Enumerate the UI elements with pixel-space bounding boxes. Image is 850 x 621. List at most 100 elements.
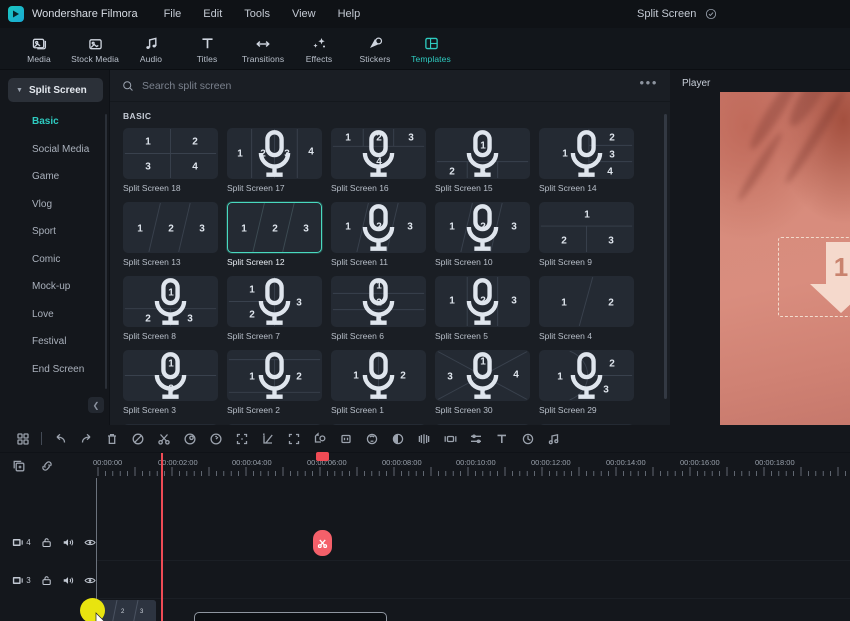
toolbar-tab-templates[interactable]: Templates [404, 29, 458, 69]
sidebar-item-love[interactable]: Love [0, 301, 109, 329]
template-thumbnail[interactable]: 12 3 [227, 202, 322, 253]
scissors-icon[interactable] [151, 426, 177, 452]
track-lane[interactable] [96, 523, 850, 561]
template-thumbnail[interactable]: 12 3 [539, 202, 634, 253]
toolbar-tab-stock-media[interactable]: Stock Media [68, 29, 122, 69]
template-card[interactable]: 12 34 Split Screen 30 [435, 350, 530, 415]
transform-icon[interactable] [255, 426, 281, 452]
template-card[interactable]: 12 3 Split Screen 6 [331, 276, 426, 341]
template-card[interactable]: 12 3 Split Screen 13 [123, 202, 218, 267]
toolbar-tab-effects[interactable]: Effects [292, 29, 346, 69]
no-entry-icon[interactable] [125, 426, 151, 452]
chevron-left-icon[interactable]: ❮ [88, 397, 104, 413]
eye-icon[interactable] [84, 574, 96, 587]
template-thumbnail[interactable]: 12 [539, 276, 634, 327]
mute-icon[interactable] [62, 574, 74, 587]
template-card[interactable]: 12 34 Split Screen 17 [227, 128, 322, 193]
copy-add-icon[interactable] [12, 459, 26, 473]
scissors-badge-icon[interactable] [313, 530, 332, 556]
template-thumbnail[interactable]: 12 3 [123, 202, 218, 253]
timeline-clip[interactable] [194, 612, 387, 621]
template-thumbnail[interactable]: 12 3 [435, 128, 530, 179]
sidebar-scrollbar[interactable] [105, 114, 107, 389]
motion-tracking-icon[interactable] [307, 426, 333, 452]
track-lane[interactable] [96, 609, 850, 621]
template-thumbnail[interactable]: 12 34 [539, 128, 634, 179]
template-thumbnail[interactable]: 12 3 [435, 202, 530, 253]
check-circle-icon[interactable] [705, 8, 717, 20]
text-t-icon[interactable] [489, 426, 515, 452]
audio-ducking-icon[interactable] [437, 426, 463, 452]
toolbar-tab-audio[interactable]: Audio [124, 29, 178, 69]
timeline-ruler[interactable]: 00:00:00 00:00:02:00 00:00:04:00 00:00:0… [93, 453, 850, 478]
template-thumbnail[interactable]: 12 34 [123, 128, 218, 179]
more-options-icon[interactable]: ••• [640, 75, 658, 96]
template-card[interactable]: 12 Split Screen 4 [539, 276, 634, 341]
template-thumbnail[interactable]: 12 3 [539, 350, 634, 401]
color-wheel-icon[interactable] [177, 426, 203, 452]
audio-detach-icon[interactable] [541, 426, 567, 452]
template-card[interactable]: 12 3 Split Screen 9 [539, 202, 634, 267]
sidebar-item-comic[interactable]: Comic [0, 246, 109, 274]
template-card[interactable]: 12 3 Split Screen 29 [539, 350, 634, 415]
template-card[interactable]: 12 3 Split Screen 10 [435, 202, 530, 267]
template-thumbnail[interactable]: 12 3 [123, 276, 218, 327]
template-thumbnail[interactable]: 12 34 [435, 350, 530, 401]
template-card-selected[interactable]: 12 3 Split Screen 12 [227, 202, 322, 267]
template-card[interactable]: 12 34 Split Screen 16 [331, 128, 426, 193]
template-card[interactable]: 12 34 Split Screen 14 [539, 128, 634, 193]
template-thumbnail[interactable]: 12 [227, 350, 322, 401]
reframe-icon[interactable] [281, 426, 307, 452]
toolbar-tab-stickers[interactable]: Stickers [348, 29, 402, 69]
template-thumbnail[interactable]: 12 34 [227, 128, 322, 179]
template-card[interactable]: 12 3 Split Screen 5 [435, 276, 530, 341]
template-thumbnail[interactable]: 12 3 [227, 276, 322, 327]
menu-help[interactable]: Help [338, 8, 361, 20]
mask-icon[interactable] [385, 426, 411, 452]
video-preview[interactable]: 1 [720, 92, 850, 440]
template-card[interactable]: 12 Split Screen 3 [123, 350, 218, 415]
link-broken-icon[interactable] [40, 459, 54, 473]
template-thumbnail[interactable]: 12 [331, 350, 426, 401]
template-card[interactable]: 12 Split Screen 1 [331, 350, 426, 415]
crop-expand-icon[interactable] [229, 426, 255, 452]
stabilization-icon[interactable] [333, 426, 359, 452]
sliders-icon[interactable] [463, 426, 489, 452]
sidebar-item-festival[interactable]: Festival [0, 328, 109, 356]
templates-scrollbar[interactable] [664, 114, 667, 399]
menu-view[interactable]: View [292, 8, 316, 20]
search-input[interactable] [142, 79, 632, 92]
toolbar-tab-transitions[interactable]: Transitions [236, 29, 290, 69]
keyframe-icon[interactable] [411, 426, 437, 452]
menu-file[interactable]: File [164, 8, 182, 20]
template-card[interactable]: 12 3 Split Screen 15 [435, 128, 530, 193]
toolbar-tab-media[interactable]: Media [12, 29, 66, 69]
sidebar-item-vlog[interactable]: Vlog [0, 191, 109, 219]
chroma-key-icon[interactable] [359, 426, 385, 452]
sidebar-item-sport[interactable]: Sport [0, 218, 109, 246]
sidebar-header-split-screen[interactable]: ▼ Split Screen [8, 78, 103, 102]
track-row[interactable]: 4 [0, 523, 850, 561]
menu-edit[interactable]: Edit [203, 8, 222, 20]
template-thumbnail[interactable]: 12 3 [435, 276, 530, 327]
toolbar-tab-titles[interactable]: Titles [180, 29, 234, 69]
grid-icon[interactable] [10, 426, 36, 452]
sidebar-item-game[interactable]: Game [0, 163, 109, 191]
menu-tools[interactable]: Tools [244, 8, 270, 20]
sidebar-item-mock-up[interactable]: Mock-up [0, 273, 109, 301]
playhead[interactable] [161, 452, 332, 621]
mute-icon[interactable] [62, 536, 74, 549]
rotate-icon[interactable] [515, 426, 541, 452]
redo-arrow-icon[interactable] [73, 426, 99, 452]
lock-icon[interactable] [41, 574, 52, 587]
track-row[interactable]: 3 [0, 561, 850, 599]
template-thumbnail[interactable]: 12 3 [331, 202, 426, 253]
speed-gauge-icon[interactable] [203, 426, 229, 452]
sidebar-item-end-screen[interactable]: End Screen [0, 356, 109, 384]
eye-icon[interactable] [84, 536, 96, 549]
template-card[interactable]: 12 34 Split Screen 18 [123, 128, 218, 193]
trash-icon[interactable] [99, 426, 125, 452]
template-card[interactable]: 12 Split Screen 2 [227, 350, 322, 415]
playhead-handle[interactable] [316, 452, 329, 461]
sidebar-item-basic[interactable]: Basic [0, 108, 109, 136]
